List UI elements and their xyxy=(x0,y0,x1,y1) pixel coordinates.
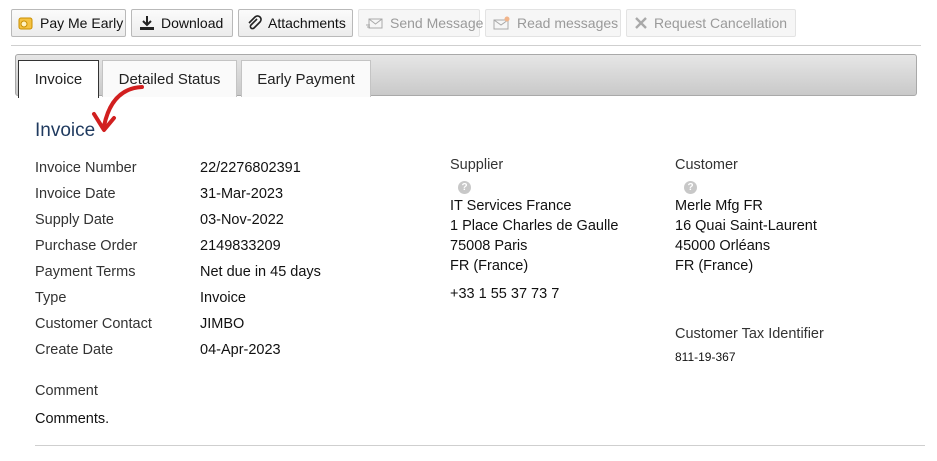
customer-address-line1: 16 Quai Saint-Laurent xyxy=(675,218,817,234)
comment-label: Comment xyxy=(35,383,98,399)
read-messages-button[interactable]: Read messages xyxy=(485,9,621,37)
download-button[interactable]: Download xyxy=(131,9,233,37)
tab-early-payment[interactable]: Early Payment xyxy=(241,60,371,97)
customer-tax-label: Customer Tax Identifier xyxy=(675,326,824,342)
payment-terms-value: Net due in 45 days xyxy=(200,264,321,280)
customer-name: Merle Mfg FR xyxy=(675,198,763,214)
type-label: Type xyxy=(35,290,67,306)
invoice-date-label: Invoice Date xyxy=(35,186,116,202)
customer-tax-value: 811-19-367 xyxy=(675,350,736,364)
send-message-label: Send Message xyxy=(390,15,484,31)
purchase-order-label: Purchase Order xyxy=(35,238,138,254)
invoice-number-value: 22/2276802391 xyxy=(200,160,301,176)
download-label: Download xyxy=(161,15,224,31)
supplier-help-icon[interactable]: ? xyxy=(458,181,471,194)
comment-value: Comments. xyxy=(35,411,110,427)
purchase-order-value: 2149833209 xyxy=(200,238,281,254)
invoice-date-value: 31-Mar-2023 xyxy=(200,186,284,202)
supplier-heading: Supplier xyxy=(450,157,504,173)
supplier-address: IT Services France 1 Place Charles de Ga… xyxy=(450,196,618,276)
tab-strip: Invoice Detailed Status Early Payment xyxy=(15,54,917,98)
paperclip-icon xyxy=(246,15,262,31)
supply-date-label: Supply Date xyxy=(35,212,114,228)
supplier-address-line2: 75008 Paris xyxy=(450,238,528,254)
type-value: Invoice xyxy=(200,290,246,306)
pay-me-early-icon xyxy=(18,15,34,31)
invoice-number-label: Invoice Number xyxy=(35,160,137,176)
supplier-address-line1: 1 Place Charles de Gaulle xyxy=(450,218,619,234)
create-date-label: Create Date xyxy=(35,342,114,358)
customer-address: Merle Mfg FR 16 Quai Saint-Laurent 45000… xyxy=(675,196,817,276)
customer-address-line2: 45000 Orléans xyxy=(675,238,771,254)
close-icon xyxy=(634,16,648,30)
customer-country: FR (France) xyxy=(675,258,754,274)
read-messages-icon xyxy=(493,15,511,31)
payment-terms-label: Payment Terms xyxy=(35,264,136,280)
supplier-country: FR (France) xyxy=(450,258,529,274)
create-date-value: 04-Apr-2023 xyxy=(200,342,281,358)
invoice-section-title: Invoice xyxy=(35,120,96,141)
customer-contact-value: JIMBO xyxy=(200,316,245,332)
request-cancellation-button[interactable]: Request Cancellation xyxy=(626,9,796,37)
pay-me-early-label: Pay Me Early xyxy=(40,15,124,31)
attachments-button[interactable]: Attachments xyxy=(238,9,353,37)
customer-contact-label: Customer Contact xyxy=(35,316,152,332)
toolbar-divider xyxy=(11,45,921,46)
action-toolbar: Pay Me Early Download Attachments Send M… xyxy=(11,9,796,39)
download-icon xyxy=(139,15,155,31)
supplier-name: IT Services France xyxy=(450,198,572,214)
attachments-label: Attachments xyxy=(268,15,346,31)
customer-help-icon[interactable]: ? xyxy=(684,181,697,194)
send-message-button[interactable]: Send Message xyxy=(358,9,484,37)
supplier-phone: +33 1 55 37 73 7 xyxy=(450,286,560,302)
read-messages-label: Read messages xyxy=(517,15,619,31)
request-cancellation-label: Request Cancellation xyxy=(654,15,788,31)
supply-date-value: 03-Nov-2022 xyxy=(200,212,284,228)
pay-me-early-button[interactable]: Pay Me Early xyxy=(11,9,126,37)
send-message-icon xyxy=(366,15,384,31)
bottom-divider xyxy=(35,445,925,446)
customer-heading: Customer xyxy=(675,157,738,173)
